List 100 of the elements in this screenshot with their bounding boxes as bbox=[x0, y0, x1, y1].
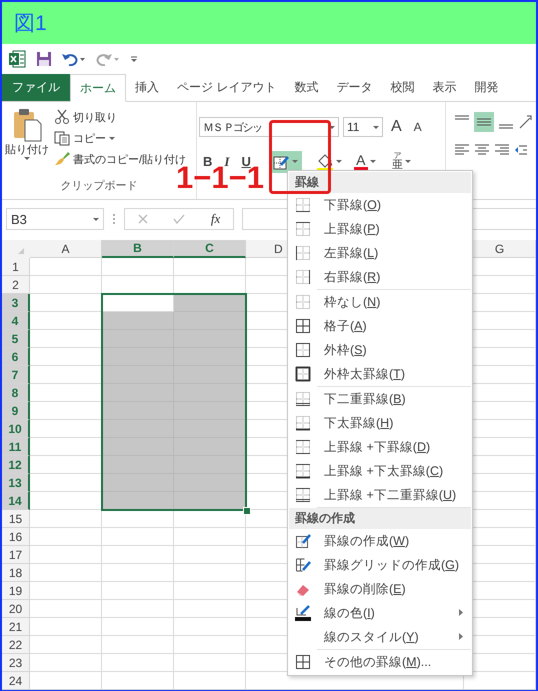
menu-item[interactable]: 下太罫線(H) bbox=[289, 411, 471, 435]
row-header[interactable]: 11 bbox=[2, 438, 30, 456]
selected-cell[interactable] bbox=[102, 312, 174, 330]
row-header[interactable]: 7 bbox=[2, 366, 30, 384]
ribbon-tab[interactable]: ホーム bbox=[70, 74, 126, 102]
row-header[interactable]: 24 bbox=[2, 672, 30, 690]
row-header[interactable]: 5 bbox=[2, 330, 30, 348]
row-header[interactable]: 15 bbox=[2, 510, 30, 528]
menu-item[interactable]: その他の罫線(M)... bbox=[289, 650, 471, 674]
selected-cell[interactable] bbox=[174, 420, 246, 438]
selected-cell[interactable] bbox=[102, 366, 174, 384]
menu-item[interactable]: 線の色(I) bbox=[289, 601, 471, 625]
selected-cell[interactable] bbox=[174, 312, 246, 330]
menu-item[interactable]: 格子(A) bbox=[289, 314, 471, 338]
row-header[interactable]: 22 bbox=[2, 636, 30, 654]
file-tab[interactable]: ファイル bbox=[2, 74, 70, 101]
clipboard-action[interactable]: コピー bbox=[52, 129, 188, 147]
selected-cell[interactable] bbox=[174, 402, 246, 420]
selected-cell[interactable] bbox=[174, 384, 246, 402]
menu-item[interactable]: 外枠太罫線(T) bbox=[289, 362, 471, 386]
row-header[interactable]: 20 bbox=[2, 600, 30, 618]
table-cell bbox=[102, 672, 174, 690]
selected-cell[interactable] bbox=[174, 366, 246, 384]
row-header[interactable]: 1 bbox=[2, 258, 30, 276]
selected-cell[interactable] bbox=[102, 330, 174, 348]
menu-item[interactable]: 下罫線(O) bbox=[289, 193, 471, 217]
selected-cell[interactable] bbox=[174, 348, 246, 366]
menu-item[interactable]: 上罫線 +下二重罫線(U) bbox=[289, 483, 471, 507]
all-borders-icon bbox=[295, 318, 311, 334]
phonetic-button[interactable]: ア 亜 bbox=[388, 150, 415, 173]
font-name-field[interactable]: ＭＳ Ｐゴシッ bbox=[199, 117, 339, 137]
name-box[interactable]: B3 bbox=[6, 208, 104, 230]
menu-item[interactable]: 罫線グリッドの作成(G) bbox=[289, 553, 471, 577]
font-size-field[interactable]: 11 bbox=[343, 117, 383, 137]
row-header[interactable]: 2 bbox=[2, 276, 30, 294]
menu-item[interactable]: 罫線の削除(E) bbox=[289, 577, 471, 601]
row-header[interactable]: 21 bbox=[2, 618, 30, 636]
selected-cell[interactable] bbox=[102, 492, 174, 510]
row-header[interactable]: 16 bbox=[2, 528, 30, 546]
row-header[interactable]: 13 bbox=[2, 474, 30, 492]
row-header[interactable]: 18 bbox=[2, 564, 30, 582]
row-header[interactable]: 3 bbox=[2, 294, 30, 312]
enter-icon[interactable] bbox=[173, 214, 186, 224]
row-header[interactable]: 19 bbox=[2, 582, 30, 600]
row-header[interactable]: 9 bbox=[2, 402, 30, 420]
row-header[interactable]: 23 bbox=[2, 654, 30, 672]
insert-function-button[interactable]: fx bbox=[210, 211, 220, 227]
menu-item[interactable]: 枠なし(N) bbox=[289, 290, 471, 314]
clipboard-action[interactable]: 切り取り bbox=[52, 108, 188, 126]
menu-item[interactable]: 罫線の作成(W) bbox=[289, 529, 471, 553]
undo-icon[interactable] bbox=[62, 52, 86, 66]
selected-cell[interactable] bbox=[174, 330, 246, 348]
column-header[interactable]: A bbox=[30, 240, 102, 258]
table-cell bbox=[30, 510, 102, 528]
selected-cell[interactable] bbox=[174, 474, 246, 492]
selected-cell[interactable] bbox=[102, 456, 174, 474]
row-header[interactable]: 17 bbox=[2, 546, 30, 564]
row-header[interactable]: 8 bbox=[2, 384, 30, 402]
fill-handle[interactable] bbox=[243, 507, 251, 515]
row-header[interactable]: 4 bbox=[2, 312, 30, 330]
bottom-double-border-icon bbox=[295, 391, 311, 407]
column-header[interactable]: C bbox=[174, 240, 246, 258]
save-icon[interactable] bbox=[36, 51, 52, 67]
selected-cell[interactable] bbox=[102, 438, 174, 456]
row-header[interactable]: 6 bbox=[2, 348, 30, 366]
thick-bottom-border-icon bbox=[295, 415, 311, 431]
table-cell bbox=[102, 564, 174, 582]
font-color-button[interactable]: A bbox=[350, 151, 380, 172]
table-cell bbox=[30, 528, 102, 546]
selected-cell[interactable] bbox=[102, 348, 174, 366]
selected-cell[interactable] bbox=[102, 402, 174, 420]
row-header[interactable]: 10 bbox=[2, 420, 30, 438]
row-header[interactable]: 14 bbox=[2, 492, 30, 510]
paste-button[interactable]: 貼り付け bbox=[2, 108, 52, 178]
table-cell bbox=[102, 600, 174, 618]
cancel-icon[interactable] bbox=[138, 214, 148, 224]
selected-cell[interactable] bbox=[174, 456, 246, 474]
active-cell[interactable] bbox=[102, 294, 174, 312]
menu-item[interactable]: 外枠(S) bbox=[289, 338, 471, 362]
shrink-font-button[interactable]: A bbox=[410, 118, 426, 136]
orientation-icon[interactable] bbox=[518, 114, 532, 130]
menu-item[interactable]: 下二重罫線(B) bbox=[289, 387, 471, 411]
selected-cell[interactable] bbox=[102, 384, 174, 402]
redo-icon[interactable] bbox=[96, 52, 120, 66]
column-header[interactable]: B bbox=[102, 240, 174, 258]
selected-cell[interactable] bbox=[174, 438, 246, 456]
row-header[interactable]: 12 bbox=[2, 456, 30, 474]
align-middle-icon[interactable] bbox=[474, 112, 494, 132]
menu-item[interactable]: 上罫線 +下太罫線(C) bbox=[289, 459, 471, 483]
selected-cell[interactable] bbox=[102, 420, 174, 438]
table-cell bbox=[30, 618, 102, 636]
menu-item[interactable]: 上罫線(P) bbox=[289, 217, 471, 241]
menu-item[interactable]: 線のスタイル(Y) bbox=[289, 625, 471, 649]
customize-caret-icon[interactable] bbox=[130, 55, 138, 63]
menu-item[interactable]: 右罫線(R) bbox=[289, 265, 471, 289]
selected-cell[interactable] bbox=[102, 474, 174, 492]
grow-font-button[interactable]: A bbox=[387, 116, 406, 138]
selected-cell[interactable] bbox=[174, 492, 246, 510]
menu-item[interactable]: 上罫線 +下罫線(D) bbox=[289, 435, 471, 459]
selected-cell[interactable] bbox=[174, 294, 246, 312]
